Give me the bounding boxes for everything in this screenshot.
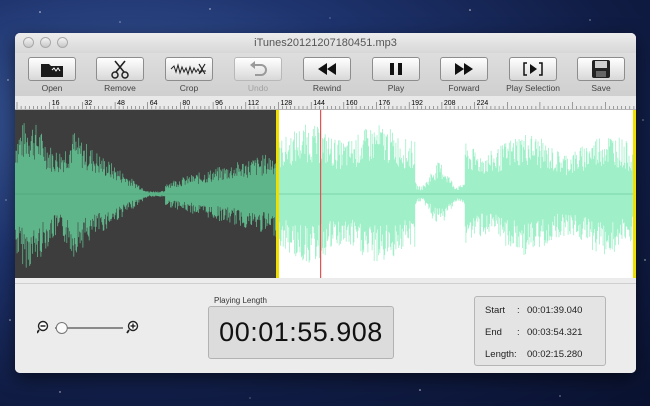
selection-end-value: 00:03:54.321: [527, 327, 583, 338]
play-button[interactable]: Play: [362, 57, 430, 95]
selection-length-row: Length: 00:02:15.280: [485, 349, 583, 360]
playing-length-display: 00:01:55.908: [208, 306, 394, 359]
ruler-ticks: [16, 102, 635, 109]
pause-icon: [390, 63, 402, 75]
ruler-label: 32: [84, 100, 92, 107]
bottom-panel: Playing Length 00:01:55.908 Start : 00:0…: [15, 283, 636, 373]
ruler-label: 112: [248, 100, 259, 107]
ruler-label: 192: [411, 100, 423, 107]
selection-end-row: End : 00:03:54.321: [485, 327, 583, 338]
selection-start-marker[interactable]: [276, 110, 279, 278]
title-bar: iTunes20121207180451.mp3: [15, 33, 636, 53]
playhead[interactable]: [320, 110, 322, 278]
selection-start-value: 00:01:39.040: [527, 305, 583, 316]
ruler-label: 208: [444, 100, 456, 107]
ruler-label: 160: [346, 100, 358, 107]
undo-button[interactable]: Undo: [224, 57, 292, 95]
ruler-label: 96: [215, 100, 223, 107]
save-disk-icon: [592, 60, 610, 78]
crop-button[interactable]: Crop: [155, 57, 223, 95]
playing-length-value: 00:01:55.908: [219, 317, 383, 347]
time-ruler[interactable]: 16 32 48 64 80 96 112 128 144 160 176 192 208 224: [15, 96, 636, 110]
selection-end-marker[interactable]: [633, 110, 636, 278]
ruler-label: 176: [379, 100, 391, 107]
ruler-label: 128: [281, 100, 293, 107]
folder-icon: [41, 64, 63, 77]
undo-arrow-icon: [250, 61, 267, 76]
zoom-in-icon[interactable]: [126, 320, 139, 334]
ruler-label: 224: [477, 100, 489, 107]
open-button[interactable]: Open: [18, 57, 86, 95]
ruler-label: 48: [117, 100, 125, 107]
remove-button[interactable]: Remove: [86, 57, 154, 95]
crop-wave-icon: [170, 63, 206, 76]
rewind-button[interactable]: Rewind: [293, 57, 361, 95]
fast-forward-icon: [455, 63, 473, 75]
ruler-label: 80: [182, 100, 190, 107]
scissors-icon: [111, 60, 129, 79]
zoom-out-icon[interactable]: [36, 320, 49, 334]
play-selection-button[interactable]: Play Selection: [499, 57, 567, 95]
ruler-label: 144: [313, 100, 325, 107]
app-window: iTunes20121207180451.mp3 Open Remove Cro…: [15, 33, 636, 373]
forward-button[interactable]: Forward: [430, 57, 498, 95]
toolbar: Open Remove Crop Undo Rewind Play Forwar…: [15, 53, 636, 96]
save-button[interactable]: Save: [567, 57, 635, 95]
play-selection-icon: [523, 62, 543, 76]
selection-start-row: Start : 00:01:39.040: [485, 305, 583, 316]
selection-info-panel: Start : 00:01:39.040 End : 00:03:54.321 …: [474, 296, 606, 366]
window-title: iTunes20121207180451.mp3: [254, 37, 397, 49]
ruler-label: 16: [52, 100, 60, 107]
playing-length-label: Playing Length: [214, 296, 267, 305]
zoom-control: [36, 320, 141, 334]
zoom-slider-thumb[interactable]: [55, 322, 68, 334]
waveform-view[interactable]: [15, 110, 636, 278]
selection-length-value: 00:02:15.280: [527, 349, 583, 360]
ruler-label: 64: [150, 100, 158, 107]
rewind-icon: [318, 63, 336, 75]
